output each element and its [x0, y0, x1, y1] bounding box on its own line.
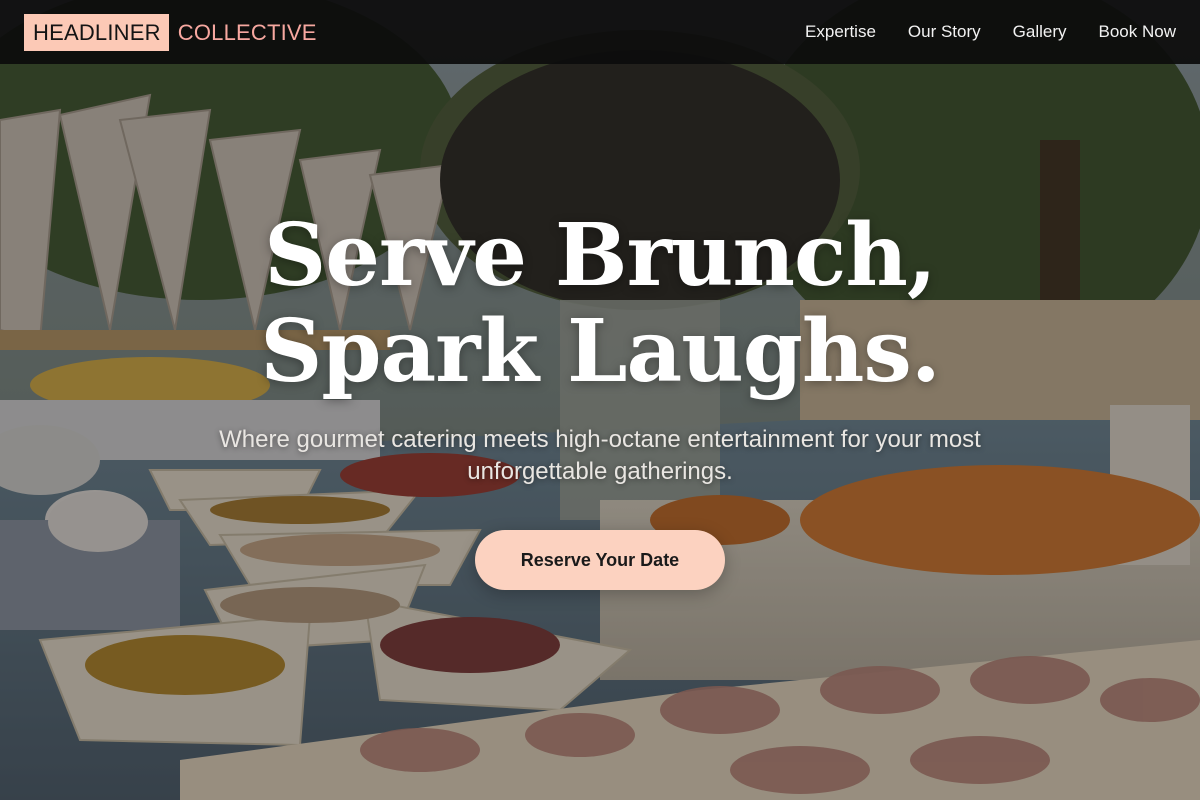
landing-page: HEADLINER COLLECTIVE Expertise Our Story…	[0, 0, 1200, 800]
nav-link-gallery[interactable]: Gallery	[1013, 22, 1067, 42]
hero-title: Serve Brunch, Spark Laughs.	[0, 208, 1200, 400]
top-navbar: HEADLINER COLLECTIVE Expertise Our Story…	[0, 0, 1200, 64]
hero-section: Serve Brunch, Spark Laughs. Where gourme…	[0, 0, 1200, 800]
nav-link-our-story[interactable]: Our Story	[908, 22, 981, 42]
brand-logo[interactable]: HEADLINER COLLECTIVE	[24, 13, 317, 51]
hero-title-line-2: Spark Laughs.	[260, 301, 941, 402]
hero-title-line-1: Serve Brunch,	[264, 205, 937, 306]
nav-link-book-now[interactable]: Book Now	[1099, 22, 1176, 42]
logo-primary-text: HEADLINER	[24, 13, 169, 51]
logo-secondary-text: COLLECTIVE	[177, 19, 317, 45]
hero-subtitle: Where gourmet catering meets high-octane…	[219, 426, 981, 485]
nav-link-expertise[interactable]: Expertise	[805, 22, 876, 42]
reserve-date-button[interactable]: Reserve Your Date	[475, 530, 725, 590]
nav-links: Expertise Our Story Gallery Book Now	[773, 22, 1176, 42]
